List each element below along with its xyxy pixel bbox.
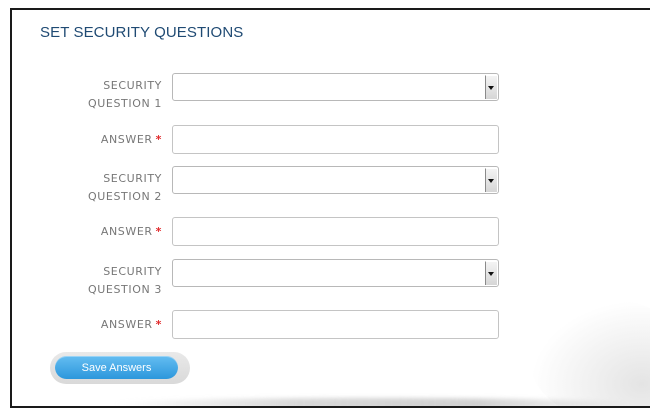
page-title: SET SECURITY QUESTIONS (40, 24, 244, 41)
answer-1-input[interactable] (172, 125, 499, 154)
security-question-2-select[interactable] (172, 166, 499, 194)
required-marker: * (155, 133, 162, 146)
security-questions-panel: SET SECURITY QUESTIONS SECURITY QUESTION… (10, 8, 650, 408)
save-answers-button[interactable]: Save Answers (55, 356, 178, 379)
answer-2-label: ANSWER * (100, 225, 162, 238)
background-decoration (530, 300, 650, 406)
answer-3-label: ANSWER * (100, 318, 162, 331)
question-1-label: SECURITY QUESTION 1 (88, 79, 162, 110)
chevron-down-icon[interactable] (485, 75, 497, 99)
panel-shadow (112, 398, 632, 406)
chevron-down-icon[interactable] (485, 261, 497, 285)
answer-1-label: ANSWER * (100, 133, 162, 146)
security-question-1-select[interactable] (172, 73, 499, 101)
question-2-label: SECURITY QUESTION 2 (88, 172, 162, 203)
security-question-3-select[interactable] (172, 259, 499, 287)
save-button-frame: Save Answers (50, 352, 190, 384)
answer-3-input[interactable] (172, 310, 499, 339)
chevron-down-icon[interactable] (485, 168, 497, 192)
required-marker: * (155, 318, 162, 331)
required-marker: * (155, 225, 162, 238)
answer-2-input[interactable] (172, 217, 499, 246)
question-3-label: SECURITY QUESTION 3 (88, 265, 162, 296)
